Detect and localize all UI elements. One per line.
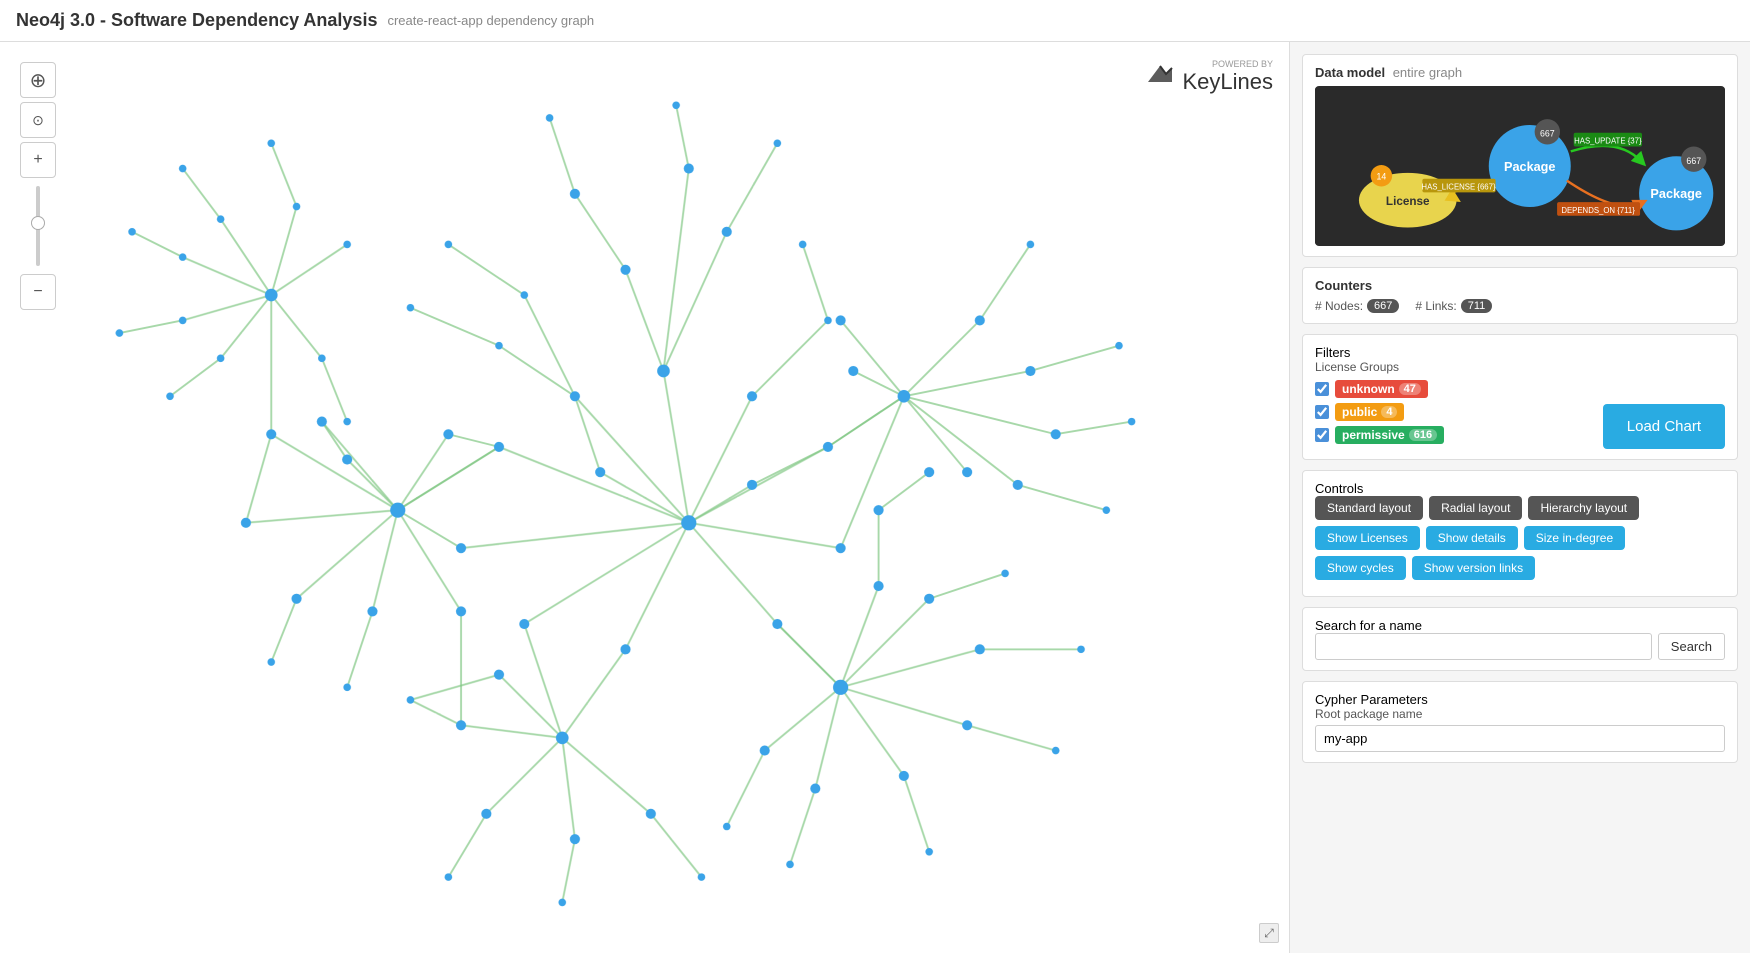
svg-text:Package: Package: [1650, 187, 1702, 201]
show-cycles-button[interactable]: Show cycles: [1315, 556, 1406, 580]
fit-icon: ⊙: [32, 112, 44, 129]
svg-text:License: License: [1386, 195, 1430, 208]
zoom-out-icon: −: [33, 283, 42, 301]
filter-count-public: 4: [1381, 406, 1397, 418]
page-subtitle: create-react-app dependency graph: [387, 13, 594, 28]
size-indegree-button[interactable]: Size in-degree: [1524, 526, 1625, 550]
action-buttons-row-1: Show Licenses Show details Size in-degre…: [1315, 526, 1725, 550]
root-package-label: Root package name: [1315, 707, 1725, 721]
search-row: Search: [1315, 633, 1725, 660]
collapse-icon: ⤢: [1264, 926, 1274, 941]
root-package-input[interactable]: [1315, 725, 1725, 752]
hierarchy-layout-button[interactable]: Hierarchy layout: [1528, 496, 1639, 520]
filter-count-unknown: 47: [1399, 383, 1421, 395]
nodes-label: # Nodes:: [1315, 299, 1363, 313]
standard-layout-button[interactable]: Standard layout: [1315, 496, 1423, 520]
show-version-links-button[interactable]: Show version links: [1412, 556, 1535, 580]
data-model-sublabel: entire graph: [1393, 65, 1462, 80]
filter-label-permissive: permissive: [1342, 428, 1405, 442]
data-model-canvas: License 14 Package 667 Package 667: [1315, 86, 1725, 246]
controls-title: Controls: [1315, 481, 1725, 496]
nodes-counter: # Nodes: 667: [1315, 299, 1399, 313]
filters-title: Filters: [1315, 345, 1725, 360]
graph-controls: ⊕ ⊙ + −: [20, 62, 56, 310]
graph-canvas: [0, 42, 1289, 953]
filter-row-permissive: permissive 616: [1315, 426, 1587, 444]
filter-checkbox-permissive[interactable]: [1315, 428, 1329, 442]
search-button[interactable]: Search: [1658, 633, 1725, 660]
search-input[interactable]: [1315, 633, 1652, 660]
links-counter: # Links: 711: [1415, 299, 1492, 313]
filter-checkbox-public[interactable]: [1315, 405, 1329, 419]
main-content: ⊕ ⊙ + − POWERED BY: [0, 42, 1750, 953]
zoom-out-button[interactable]: −: [20, 274, 56, 310]
graph-area: ⊕ ⊙ + − POWERED BY: [0, 42, 1290, 953]
filter-label-public: public: [1342, 405, 1377, 419]
data-model-label: Data model: [1315, 65, 1385, 80]
filter-row-public: public 4: [1315, 403, 1587, 421]
pan-control[interactable]: ⊕: [20, 62, 56, 98]
zoom-slider[interactable]: [36, 186, 40, 266]
filter-badge-unknown: unknown 47: [1335, 380, 1428, 398]
controls-section: Controls Standard layout Radial layout H…: [1302, 470, 1738, 597]
filter-badge-public: public 4: [1335, 403, 1404, 421]
counters-section: Counters # Nodes: 667 # Links: 711: [1302, 267, 1738, 324]
show-licenses-button[interactable]: Show Licenses: [1315, 526, 1420, 550]
search-section: Search for a name Search: [1302, 607, 1738, 671]
pan-icon: ⊕: [30, 68, 47, 93]
zoom-in-icon: +: [33, 151, 42, 169]
nodes-value: 667: [1367, 299, 1399, 313]
load-chart-button[interactable]: Load Chart: [1603, 404, 1725, 449]
action-buttons-row-2: Show cycles Show version links: [1315, 556, 1725, 580]
counters-title: Counters: [1315, 278, 1725, 293]
data-model-visualization: License 14 Package 667 Package 667: [1315, 86, 1725, 246]
zoom-in-button[interactable]: +: [20, 142, 56, 178]
license-groups-label: License Groups: [1315, 360, 1587, 374]
filter-badge-permissive: permissive 616: [1335, 426, 1444, 444]
cypher-section: Cypher Parameters Root package name: [1302, 681, 1738, 763]
svg-text:HAS_UPDATE {37}: HAS_UPDATE {37}: [1574, 137, 1642, 146]
layout-buttons-row: Standard layout Radial layout Hierarchy …: [1315, 496, 1725, 520]
svg-text:HAS_LICENSE {667}: HAS_LICENSE {667}: [1421, 182, 1496, 191]
counters-row: # Nodes: 667 # Links: 711: [1315, 299, 1725, 313]
links-value: 711: [1461, 299, 1493, 313]
filter-label-unknown: unknown: [1342, 382, 1395, 396]
page-title: Neo4j 3.0 - Software Dependency Analysis: [16, 10, 377, 31]
links-label: # Links:: [1415, 299, 1456, 313]
filter-row-unknown: unknown 47: [1315, 380, 1587, 398]
filter-checkbox-unknown[interactable]: [1315, 382, 1329, 396]
header: Neo4j 3.0 - Software Dependency Analysis…: [0, 0, 1750, 42]
show-details-button[interactable]: Show details: [1426, 526, 1518, 550]
data-model-section: Data model entire graph License 14 Packa…: [1302, 54, 1738, 257]
data-model-header: Data model entire graph: [1315, 65, 1725, 80]
fit-control[interactable]: ⊙: [20, 102, 56, 138]
right-panel: Data model entire graph License 14 Packa…: [1290, 42, 1750, 953]
cypher-title: Cypher Parameters: [1315, 692, 1725, 707]
svg-text:DEPENDS_ON {711}: DEPENDS_ON {711}: [1561, 206, 1635, 215]
svg-text:667: 667: [1540, 129, 1555, 139]
zoom-thumb[interactable]: [31, 216, 45, 230]
graph-collapse-button[interactable]: ⤢: [1259, 923, 1279, 943]
svg-text:14: 14: [1376, 172, 1386, 182]
graph-svg: [0, 42, 1289, 953]
filter-count-permissive: 616: [1409, 429, 1437, 441]
search-title: Search for a name: [1315, 618, 1725, 633]
filters-and-btn: License Groups unknown 47 public: [1315, 360, 1725, 449]
svg-text:Package: Package: [1504, 160, 1556, 174]
filters-inner: License Groups unknown 47 public: [1315, 360, 1587, 449]
svg-text:667: 667: [1686, 156, 1701, 166]
filters-section: Filters License Groups unknown 47: [1302, 334, 1738, 460]
radial-layout-button[interactable]: Radial layout: [1429, 496, 1522, 520]
